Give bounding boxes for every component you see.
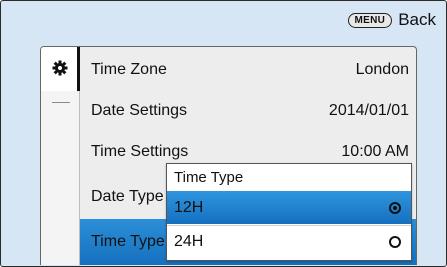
device-screen: MENU Back Time Zone London Date Settings… (0, 0, 447, 267)
rail-item-more[interactable] (52, 102, 70, 103)
option-12h[interactable]: 12H (167, 191, 411, 224)
radio-unselected-icon[interactable] (389, 236, 401, 248)
dropdown-title: Time Type (167, 164, 411, 190)
back-label[interactable]: Back (398, 10, 436, 30)
setting-value: 10:00 AM (341, 142, 409, 160)
option-label: 12H (174, 198, 204, 216)
setting-row-time-zone[interactable]: Time Zone London (80, 49, 416, 90)
menu-button[interactable]: MENU (347, 12, 393, 28)
setting-row-date-settings[interactable]: Date Settings 2014/01/01 (80, 90, 416, 131)
setting-label: Time Type (91, 233, 165, 250)
back-control[interactable]: MENU Back (347, 10, 436, 30)
setting-value: London (355, 60, 409, 78)
category-rail (41, 47, 80, 265)
gear-icon (52, 60, 68, 76)
setting-label: Time Settings (91, 142, 189, 160)
setting-label: Date Settings (91, 101, 188, 119)
setting-label: Date Type (91, 187, 164, 205)
time-type-dropdown: Time Type 12H 24H (166, 163, 412, 261)
setting-value: 2014/01/01 (328, 101, 409, 119)
setting-label: Time Zone (91, 60, 167, 78)
radio-selected-icon[interactable] (389, 201, 401, 214)
option-24h[interactable]: 24H (167, 225, 411, 258)
option-label: 24H (174, 233, 204, 250)
rail-item-settings[interactable] (41, 47, 79, 91)
